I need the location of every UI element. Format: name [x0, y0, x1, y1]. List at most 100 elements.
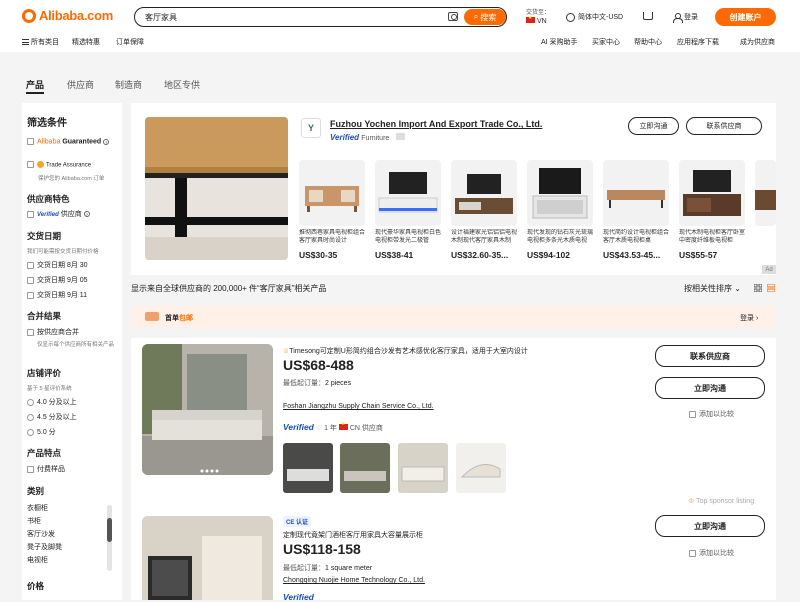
sponsor-product-caption[interactable]: 现代发现的钻石灰光琉璃电视柜多条光木质电视 [527, 229, 593, 245]
checkbox[interactable] [689, 410, 696, 418]
product-title-link[interactable]: 定制现代竟架门酒柜客厅用家具大容量展示柜 [283, 530, 423, 540]
checkbox[interactable] [27, 328, 34, 336]
sponsor-product-image[interactable] [299, 160, 365, 226]
filter-delivery-3[interactable]: 交货日期 9月 11 [27, 290, 87, 300]
category-scroll-thumb[interactable] [107, 518, 112, 542]
filter-rating-4[interactable]: 4.0 分及以上 [27, 397, 77, 407]
signin-button[interactable]: 登录 [673, 12, 698, 23]
checkbox[interactable] [27, 276, 34, 284]
supplier-link[interactable]: Foshan Jiangzhu Supply Chain Service Co.… [283, 403, 434, 410]
grid-view-icon[interactable] [754, 284, 762, 292]
first-order-banner[interactable]: 首单包邮 登录 › [131, 306, 776, 328]
sponsor-product-image[interactable] [755, 160, 776, 226]
language-currency-selector[interactable]: 简体中文-USD [566, 12, 623, 22]
checkbox[interactable] [27, 291, 34, 299]
sponsor-product-image[interactable] [527, 160, 593, 226]
list-view-icon[interactable] [767, 284, 775, 292]
subnav-deals[interactable]: 精选特惠 [72, 37, 100, 47]
sponsor-product-caption[interactable]: 现代豪华家具电视柜白色电视柜带发光二极管 [375, 229, 441, 245]
sort-dropdown[interactable]: 按相关性排序 ⌄ [684, 283, 741, 294]
subnav-app-download[interactable]: 应用程序下载 [677, 37, 719, 47]
sponsor-product-caption[interactable]: 现代简约设计电视柜组合客厅木质电视柜桌 [603, 229, 669, 245]
filter-verified-supplier[interactable]: Verified 供应商? [27, 209, 90, 219]
sponsor-product-image[interactable] [603, 160, 669, 226]
radio[interactable] [27, 413, 34, 421]
checkbox[interactable] [27, 465, 34, 473]
sponsor-chat-button[interactable]: 立即沟通 [628, 117, 679, 135]
info-icon[interactable]: ? [83, 211, 90, 218]
verified-label: Verified [37, 212, 59, 218]
alibaba-logo[interactable]: Alibaba.com [22, 8, 113, 23]
top-sponsor-label: ♔ Top sponsor listing [688, 497, 754, 505]
category-item[interactable]: 客厅沙发 [27, 529, 55, 539]
product-main-image[interactable] [142, 344, 273, 475]
checkbox[interactable] [27, 161, 34, 168]
table-image-icon [145, 117, 288, 260]
supplier-logo-icon[interactable]: Y [301, 118, 321, 138]
cart-button[interactable] [643, 12, 653, 20]
category-item[interactable]: 凳子及脚凳 [27, 542, 62, 552]
subnav-help-center[interactable]: 帮助中心 [634, 37, 662, 47]
checkbox[interactable] [27, 138, 34, 145]
sponsor-contact-button[interactable]: 联系供应商 [686, 117, 762, 135]
filter-paid-samples[interactable]: 付费样品 [27, 464, 65, 474]
sponsor-product-image[interactable] [679, 160, 745, 226]
camera-icon[interactable] [448, 12, 458, 21]
filter-trade-assurance[interactable]: Trade Assurance [27, 161, 91, 168]
filter-rating-5[interactable]: 5.0 分 [27, 427, 56, 437]
chevron-down-icon: ⌄ [734, 284, 741, 293]
sponsor-product-caption[interactable]: 推彻西巷家具电视柜组合客厅家具时尚设计 [299, 229, 365, 245]
supplier-link[interactable]: Chongqing Nuojie Home Technology Co., Lt… [283, 577, 425, 584]
deliver-to[interactable]: 交货至： VN [526, 9, 550, 26]
search-input[interactable] [145, 11, 425, 23]
subnav-order-protection[interactable]: 订单保障 [116, 37, 144, 47]
filter-rating-45[interactable]: 4.5 分及以上 [27, 412, 77, 422]
category-item[interactable]: 书柜 [27, 516, 41, 526]
product-thumbnail[interactable] [340, 443, 390, 493]
sponsor-company-link[interactable]: Fuzhou Yochen Import And Export Trade Co… [330, 119, 542, 129]
tab-manufacturers[interactable]: 制造商 [115, 78, 142, 91]
results-count: 显示来自全球供应商的 200,000+ 件“客厅家具”相关产品 [131, 284, 327, 293]
tab-regional[interactable]: 地区专供 [164, 78, 200, 91]
product-title: 可定制U形简约组合沙发有艺术感优化客厅家具，适用于大室内设计 [319, 348, 528, 355]
checkbox[interactable] [689, 549, 696, 557]
contact-supplier-button[interactable]: 联系供应商 [655, 345, 765, 367]
sponsor-product-caption[interactable]: 设计福建家光铝铝铝电视木制现代客厅家具木制 [451, 229, 517, 245]
radio[interactable] [27, 428, 34, 436]
tab-suppliers[interactable]: 供应商 [67, 78, 94, 91]
tab-products[interactable]: 产品 [26, 78, 44, 91]
subnav-ai-assistant[interactable]: AI 采购助手 [541, 37, 578, 47]
product-thumbnail[interactable] [456, 443, 506, 493]
subnav-buyer-center[interactable]: 买家中心 [592, 37, 620, 47]
sponsor-product-image[interactable] [375, 160, 441, 226]
radio[interactable] [27, 398, 34, 406]
compare-toggle[interactable]: 添加以比较 [689, 409, 734, 419]
product-title-link[interactable]: ♕Timesong可定制U形简约组合沙发有艺术感优化客厅家具，适用于大室内设计 [283, 346, 528, 356]
checkbox[interactable] [27, 210, 34, 218]
product-main-image[interactable] [142, 516, 273, 600]
sponsor-product-caption[interactable]: 现代木制电视柜客厅卧室中密度纤维板电视柜 [679, 229, 745, 245]
filter-merge-supplier[interactable]: 按供应商合并 [27, 327, 79, 337]
sponsor-meta: Verified Furniture [330, 133, 405, 142]
subnav-all-categories[interactable]: 所有类目 [22, 37, 59, 47]
globe-icon [566, 12, 575, 22]
subnav-become-supplier[interactable]: 成为供应商 [740, 37, 775, 47]
search-button[interactable]: ⌕ 搜索 [464, 9, 506, 25]
signup-button[interactable]: 创建账户 [715, 8, 776, 26]
compare-toggle[interactable]: 添加以比较 [689, 548, 734, 558]
product-thumbnail[interactable] [398, 443, 448, 493]
category-item[interactable]: 电视柜 [27, 555, 48, 565]
sponsor-product-image[interactable] [451, 160, 517, 226]
category-item[interactable]: 衣橱柜 [27, 503, 48, 513]
filter-delivery-2[interactable]: 交货日期 9月 05 [27, 275, 88, 285]
active-tab-indicator [26, 92, 44, 94]
info-icon[interactable]: ? [103, 138, 110, 145]
product-thumbnail[interactable] [283, 443, 333, 493]
checkbox[interactable] [27, 261, 34, 269]
filter-guaranteed[interactable]: Alibaba Guaranteed? [27, 138, 110, 145]
chat-now-button[interactable]: 立即沟通 [655, 515, 765, 537]
chat-now-button[interactable]: 立即沟通 [655, 377, 765, 399]
banner-signin-link[interactable]: 登录 › [740, 313, 758, 323]
filter-delivery-1[interactable]: 交货日期 8月 30 [27, 260, 88, 270]
sponsor-main-image[interactable] [145, 117, 288, 260]
